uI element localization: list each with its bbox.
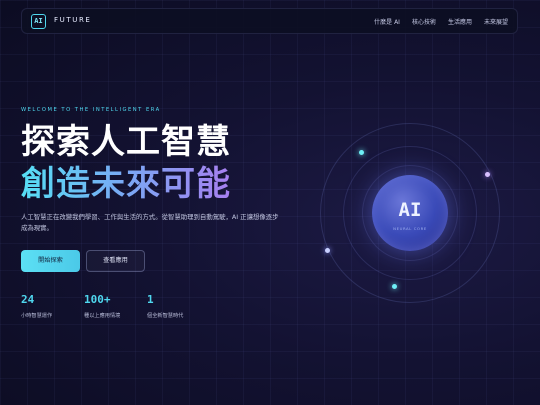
stat-value: 100+ [84,293,111,306]
orbit-node-dot [359,150,364,155]
brand-name[interactable]: FUTURE [54,16,91,24]
ai-core-sublabel: NEURAL CORE [393,226,427,231]
stat-value: 1 [147,293,154,306]
view-applications-button[interactable]: 查看應用 [86,250,145,272]
logo-icon[interactable]: AI [31,14,46,29]
top-navbar: AI FUTURE 什麼是 AI 核心技術 生活應用 未來展望 [21,8,518,34]
nav-link-applications[interactable]: 生活應用 [448,17,472,26]
nav-link-core-tech[interactable]: 核心技術 [412,17,436,26]
hero-title-line1: 探索人工智慧 [21,122,231,162]
nav-link-what-is-ai[interactable]: 什麼是 AI [374,17,400,26]
nav-links: 什麼是 AI 核心技術 生活應用 未來展望 [374,17,508,26]
stat-label: 個全新智慧時代 [147,313,184,319]
stat-item: 24 小時智慧運作 [21,293,52,319]
stat-value: 24 [21,293,35,306]
start-explore-button[interactable]: 開始探索 [21,250,80,272]
stat-label: 小時智慧運作 [21,313,53,319]
orbit-node-dot [485,172,490,177]
orbit-node-dot [325,248,330,253]
hero-description: 人工智慧正在改變我們學習、工作與生活的方式。從智慧助理到自動駕駛，AI 正讓想像… [21,213,279,232]
ai-core-label: AI [398,199,422,221]
orbit-node-dot [392,284,397,289]
stat-item: 100+ 種以上應用情境 [84,293,120,319]
nav-link-future[interactable]: 未來展望 [484,17,508,26]
hero-title-line2: 創造未來可能 [21,164,231,204]
ai-core-orb: AI NEURAL CORE [372,175,448,251]
stat-item: 1 個全新智慧時代 [147,293,183,319]
hero-eyebrow: WELCOME TO THE INTELLIGENT ERA [21,107,161,113]
stat-label: 種以上應用情境 [84,313,121,319]
